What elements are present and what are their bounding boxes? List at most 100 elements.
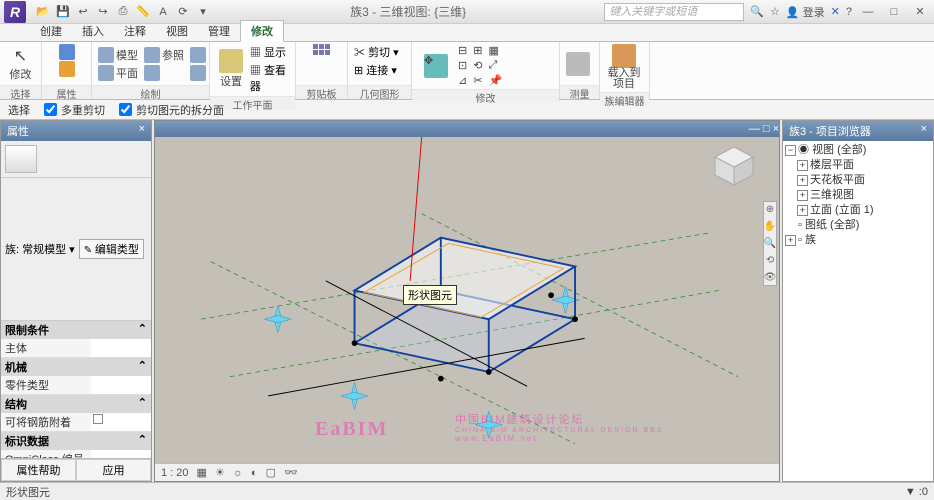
- copy-button[interactable]: ⊞: [473, 44, 482, 57]
- options-select-label: 选择: [8, 102, 30, 118]
- draw-spline-button[interactable]: [144, 65, 184, 81]
- trim-button[interactable]: ✂: [473, 74, 482, 87]
- properties-apply-button[interactable]: 应用: [76, 459, 151, 481]
- prop-cat-struct[interactable]: 结构⌃: [1, 395, 151, 413]
- nav-zoom-icon[interactable]: 🔍: [764, 238, 776, 249]
- status-filter-icon[interactable]: ▼: [905, 486, 916, 498]
- offset-button[interactable]: ⊡: [458, 59, 467, 72]
- app-menu-button[interactable]: R: [4, 1, 26, 23]
- edit-type-button[interactable]: ✎ 编辑类型: [79, 239, 144, 259]
- prop-cat-constraints[interactable]: 限制条件⌃: [1, 321, 151, 339]
- set-workplane-button[interactable]: 设置: [216, 49, 246, 89]
- ribbon-tabs: 创建 插入 注释 视图 管理 修改: [0, 24, 934, 42]
- nav-wheel-icon[interactable]: ⊕: [766, 204, 774, 215]
- align-button[interactable]: ⊟: [458, 44, 467, 57]
- mirror-button[interactable]: ⊿: [458, 74, 467, 87]
- infocenter-icon[interactable]: 🔍: [750, 5, 764, 18]
- properties-title: 属性×: [1, 121, 151, 141]
- save-icon[interactable]: 💾: [54, 3, 72, 21]
- recent-icon[interactable]: ▾: [194, 3, 212, 21]
- scale-button[interactable]: 1 : 20: [161, 467, 189, 479]
- minimize-button[interactable]: —: [858, 6, 878, 18]
- type-selector[interactable]: 族: 常规模型 ▾: [5, 241, 75, 257]
- undo-icon[interactable]: ↩: [74, 3, 92, 21]
- tab-create[interactable]: 创建: [30, 21, 72, 41]
- view-title: — □ ×: [155, 121, 779, 137]
- sun-path-icon[interactable]: ☼: [233, 467, 243, 479]
- prop-cat-id[interactable]: 标识数据⌃: [1, 432, 151, 450]
- cut-geom-button[interactable]: ✂ 剪切 ▾: [354, 44, 399, 60]
- prop-omninum-value[interactable]: [91, 450, 151, 459]
- cut-geom-checkbox[interactable]: 剪切图元的拆分面: [119, 102, 224, 118]
- draw-line-button[interactable]: [190, 65, 206, 81]
- drawing-view[interactable]: — □ ×: [154, 120, 780, 482]
- tab-insert[interactable]: 插入: [72, 21, 114, 41]
- tab-view[interactable]: 视图: [156, 21, 198, 41]
- nav-pan-icon[interactable]: ✋: [764, 221, 776, 232]
- draw-model-button[interactable]: 模型: [98, 47, 138, 63]
- rotate-button[interactable]: ⟲: [473, 59, 482, 72]
- exchange-icon[interactable]: ✕: [831, 5, 840, 18]
- draw-arc-button[interactable]: [190, 47, 206, 63]
- panel-props-label: 属性: [42, 85, 91, 99]
- hide-icon[interactable]: 👓: [284, 466, 298, 479]
- properties-help-button[interactable]: 属性帮助: [1, 459, 76, 481]
- array-button[interactable]: ▦: [488, 44, 502, 57]
- search-input[interactable]: 键入关键字或短语: [604, 3, 744, 21]
- prop-cat-mech[interactable]: 机械⌃: [1, 358, 151, 376]
- modify-tool-button[interactable]: ↖修改: [6, 46, 35, 82]
- paste-button[interactable]: [313, 44, 330, 55]
- browser-close-icon[interactable]: ×: [921, 123, 927, 139]
- pin-button[interactable]: 📌: [488, 74, 502, 87]
- favorite-icon[interactable]: ☆: [770, 5, 780, 18]
- nav-look-icon[interactable]: 👁: [764, 272, 777, 283]
- watermark-logo: EaBIM: [315, 418, 388, 441]
- signin-button[interactable]: 👤 登录: [786, 4, 825, 20]
- properties-icon[interactable]: [59, 44, 75, 60]
- help-icon[interactable]: ?: [846, 6, 852, 18]
- tab-modify[interactable]: 修改: [240, 20, 284, 42]
- sync-icon[interactable]: ⟳: [174, 3, 192, 21]
- measure-button[interactable]: [566, 52, 590, 76]
- measure-icon[interactable]: 📏: [134, 3, 152, 21]
- type-props-icon[interactable]: [59, 61, 75, 77]
- scale-button[interactable]: ⤢: [488, 59, 502, 72]
- close-button[interactable]: ✕: [910, 5, 930, 18]
- tab-annotate[interactable]: 注释: [114, 21, 156, 41]
- move-button[interactable]: ✥: [418, 54, 454, 78]
- text-icon[interactable]: A: [154, 3, 172, 21]
- view-max-icon[interactable]: □: [763, 123, 770, 135]
- redo-icon[interactable]: ↪: [94, 3, 112, 21]
- draw-ref-button[interactable]: 参照: [144, 47, 184, 63]
- maximize-button[interactable]: □: [884, 6, 904, 18]
- viewer-wp-button[interactable]: ▦ 查看器: [250, 62, 289, 94]
- draw-plane-button[interactable]: 平面: [98, 65, 138, 81]
- visual-style-icon[interactable]: ☀: [215, 466, 225, 479]
- show-wp-button[interactable]: ▦ 显示: [250, 44, 289, 60]
- quick-access-toolbar: 📂 💾 ↩ ↪ ⎙ 📏 A ⟳ ▾: [34, 3, 212, 21]
- crop-icon[interactable]: ▢: [266, 466, 276, 479]
- open-icon[interactable]: 📂: [34, 3, 52, 21]
- load-into-project-button[interactable]: 载入到 项目: [606, 44, 642, 90]
- panel-modify-label: 修改: [412, 89, 559, 103]
- nav-orbit-icon[interactable]: ⟲: [766, 255, 774, 266]
- view-cube[interactable]: [709, 141, 759, 191]
- tab-manage[interactable]: 管理: [198, 21, 240, 41]
- properties-grid: 限制条件⌃ 主体 机械⌃ 零件类型 结构⌃ 可将钢筋附着 标识数据⌃ OmniC…: [1, 321, 151, 459]
- panel-clipboard-label: 剪贴板: [296, 85, 347, 99]
- prop-host-value[interactable]: [91, 339, 151, 357]
- view-min-icon[interactable]: —: [749, 123, 760, 135]
- browser-tree[interactable]: −◉ 视图 (全部) +楼层平面 +天花板平面 +三维视图 +立面 (立面 1)…: [783, 141, 933, 481]
- status-bar: 形状图元 ▼ :0: [0, 482, 934, 500]
- join-geom-button[interactable]: ⊞ 连接 ▾: [354, 62, 397, 78]
- prop-parttype-value[interactable]: [91, 376, 151, 394]
- shadows-icon[interactable]: ◐: [251, 467, 258, 479]
- print-icon[interactable]: ⎙: [114, 3, 132, 21]
- view-close-icon[interactable]: ×: [773, 123, 779, 135]
- prop-rebar-value[interactable]: [91, 413, 151, 431]
- navigation-bar[interactable]: ⊕ ✋ 🔍 ⟲ 👁: [763, 201, 777, 286]
- detail-level-icon[interactable]: ▦: [197, 466, 207, 479]
- multi-cut-checkbox[interactable]: 多重剪切: [44, 102, 105, 118]
- browser-title: 族3 - 项目浏览器×: [783, 121, 933, 141]
- palette-close-icon[interactable]: ×: [139, 123, 145, 139]
